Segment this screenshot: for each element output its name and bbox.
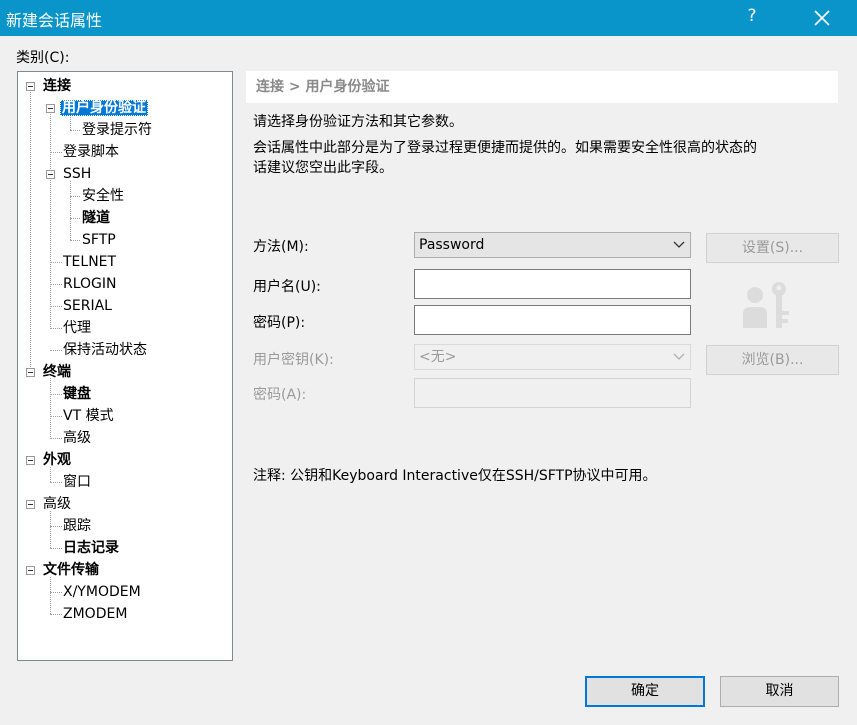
password-input[interactable] xyxy=(414,305,691,335)
user-key-icon xyxy=(741,280,793,330)
settings-button[interactable]: 设置(S)... xyxy=(706,233,839,263)
tree-item-window[interactable]: 窗口 xyxy=(61,472,93,492)
description-line-2: 话建议您空出此字段。 xyxy=(253,160,393,176)
tree-connector xyxy=(70,181,71,240)
tree-connector xyxy=(50,511,51,548)
user-key-label: 用户密钥(K): xyxy=(253,352,334,368)
tree-connector xyxy=(30,92,31,369)
collapse-icon[interactable] xyxy=(46,104,55,113)
category-label: 类别(C): xyxy=(16,50,70,66)
tree-item-terminal-advanced[interactable]: 高级 xyxy=(61,428,93,448)
password-label: 密码(P): xyxy=(253,315,306,331)
chevron-down-icon xyxy=(673,345,685,377)
cancel-button[interactable]: 取消 xyxy=(720,676,839,707)
tree-item-connection[interactable]: 连接 xyxy=(41,76,73,96)
collapse-icon[interactable] xyxy=(26,566,35,575)
tree-item-trace[interactable]: 跟踪 xyxy=(61,516,93,536)
tree-item-appearance[interactable]: 外观 xyxy=(41,450,73,470)
intro-text: 请选择身份验证方法和其它参数。 xyxy=(253,114,463,130)
passphrase-label: 密码(A): xyxy=(253,387,307,403)
close-button[interactable] xyxy=(805,2,839,34)
collapse-icon[interactable] xyxy=(46,170,55,179)
collapse-icon[interactable] xyxy=(26,456,35,465)
method-select[interactable]: Password xyxy=(414,232,691,258)
collapse-icon[interactable] xyxy=(26,500,35,509)
tree-item-login-prompts[interactable]: 登录提示符 xyxy=(80,120,154,140)
category-tree[interactable]: 连接 用户身份验证 登录提示符 登录脚本 SSH 安全性 隧道 SFTP TEL… xyxy=(17,71,233,661)
ok-button[interactable]: 确定 xyxy=(585,676,705,707)
tree-connector xyxy=(70,218,80,219)
username-input[interactable] xyxy=(414,269,691,299)
tree-item-zmodem[interactable]: ZMODEM xyxy=(61,604,129,624)
tree-connector xyxy=(50,577,51,614)
username-label: 用户名(U): xyxy=(253,279,321,295)
description-line-1: 会话属性中此部分是为了登录过程更便捷而提供的。如果需要安全性很高的状态的 xyxy=(253,140,757,156)
collapse-icon[interactable] xyxy=(26,82,35,91)
tree-item-security[interactable]: 安全性 xyxy=(80,186,126,206)
tree-item-tunneling[interactable]: 隧道 xyxy=(80,208,112,228)
chevron-down-icon xyxy=(673,233,685,265)
help-button[interactable]: ? xyxy=(745,6,759,26)
tree-item-file-transfer[interactable]: 文件传输 xyxy=(41,560,101,580)
breadcrumb: 连接 > 用户身份验证 xyxy=(246,71,838,103)
tree-item-sftp[interactable]: SFTP xyxy=(80,230,118,250)
tree-item-logging[interactable]: 日志记录 xyxy=(61,538,121,558)
tree-item-login-script[interactable]: 登录脚本 xyxy=(61,142,121,162)
note-text: 注释: 公钥和Keyboard Interactive仅在SSH/SFTP协议中… xyxy=(253,468,657,484)
title-bar: 新建会话属性 ? xyxy=(0,0,857,36)
method-label: 方法(M): xyxy=(253,239,309,255)
tree-item-telnet[interactable]: TELNET xyxy=(61,252,118,272)
tree-connector xyxy=(70,240,80,241)
tree-item-user-authentication[interactable]: 用户身份验证 xyxy=(60,98,148,118)
window-title: 新建会话属性 xyxy=(6,11,103,30)
user-key-select[interactable]: <无> xyxy=(414,344,691,370)
browse-button[interactable]: 浏览(B)... xyxy=(706,345,839,375)
user-key-value: <无> xyxy=(419,349,457,365)
tree-item-advanced[interactable]: 高级 xyxy=(41,494,73,514)
collapse-icon[interactable] xyxy=(26,368,35,377)
close-icon xyxy=(814,10,830,26)
tree-connector xyxy=(70,196,80,197)
tree-item-serial[interactable]: SERIAL xyxy=(61,296,114,316)
tree-item-ssh[interactable]: SSH xyxy=(61,164,93,184)
tree-connector xyxy=(50,112,51,327)
session-properties-dialog: 新建会话属性 ? 类别(C): 连接 用户身份验证 登录提示符 登录脚本 SSH… xyxy=(0,0,857,725)
tree-item-xymodem[interactable]: X/YMODEM xyxy=(61,582,143,602)
tree-connector xyxy=(70,130,80,131)
tree-item-terminal[interactable]: 终端 xyxy=(41,362,73,382)
tree-item-rlogin[interactable]: RLOGIN xyxy=(61,274,119,294)
tree-item-vt-modes[interactable]: VT 模式 xyxy=(61,406,116,426)
tree-connector xyxy=(50,378,51,437)
passphrase-input[interactable] xyxy=(414,378,691,408)
method-value: Password xyxy=(419,237,485,253)
tree-item-keyboard[interactable]: 键盘 xyxy=(61,384,93,404)
tree-item-keep-alive[interactable]: 保持活动状态 xyxy=(61,340,149,360)
tree-item-proxy[interactable]: 代理 xyxy=(61,318,93,338)
